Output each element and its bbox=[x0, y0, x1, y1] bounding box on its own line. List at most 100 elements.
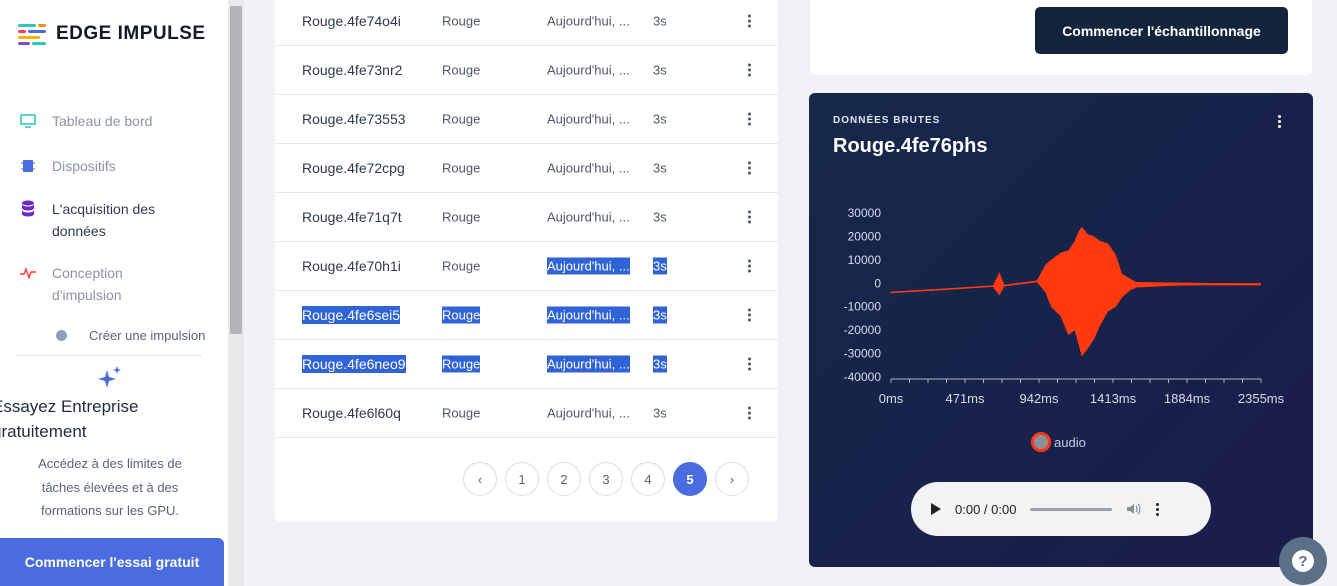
chip-icon bbox=[18, 155, 38, 177]
table-row[interactable]: Rouge.4fe72cpg Rouge Aujourd'hui, ... 3s bbox=[275, 144, 778, 193]
sampling-card: Commencer l'échantillonnage bbox=[810, 0, 1312, 75]
page-button[interactable]: 1 bbox=[505, 462, 539, 496]
sample-added: Aujourd'hui, ... bbox=[547, 257, 630, 275]
sample-added: Aujourd'hui, ... bbox=[547, 111, 630, 127]
y-tick-label: 0 bbox=[874, 276, 881, 290]
row-menu-icon[interactable] bbox=[744, 112, 754, 126]
start-free-trial-button[interactable]: Commencer l'essai gratuit bbox=[0, 538, 224, 586]
x-tick-label: 0ms bbox=[879, 391, 904, 406]
promo-description: Accédez à des limites de tâches élevées … bbox=[38, 456, 182, 518]
x-tick-label: 1413ms bbox=[1090, 391, 1137, 406]
row-menu-icon[interactable] bbox=[744, 161, 754, 175]
play-icon[interactable] bbox=[931, 503, 941, 515]
row-menu-icon[interactable] bbox=[744, 406, 754, 420]
audio-menu-icon[interactable] bbox=[1156, 502, 1160, 516]
y-tick-label: -40000 bbox=[844, 370, 882, 384]
y-tick-label: -10000 bbox=[844, 300, 882, 314]
sidebar: EDGE IMPULSE Tableau de bord Dispositifs… bbox=[0, 0, 228, 586]
sample-name: Rouge.4fe6sei5 bbox=[302, 306, 401, 324]
audio-player: 0:00 / 0:00 bbox=[911, 482, 1211, 536]
sidebar-item-label: Conception d'impulsion bbox=[52, 265, 123, 303]
sample-label: Rouge bbox=[442, 62, 481, 78]
y-tick-label: -30000 bbox=[844, 347, 882, 361]
brand-name: EDGE IMPULSE bbox=[56, 23, 206, 44]
pulse-icon bbox=[18, 262, 38, 284]
scrollbar-thumb[interactable] bbox=[230, 6, 242, 334]
table-row[interactable]: Rouge.4fe71q7t Rouge Aujourd'hui, ... 3s bbox=[275, 193, 778, 242]
sidebar-subitem-create-impulse[interactable]: Créer une impulsion bbox=[56, 328, 205, 343]
table-row[interactable]: Rouge.4fe70h1i Rouge Aujourd'hui, ... 3s bbox=[275, 242, 778, 291]
table-row[interactable]: Rouge.4fe6sei5 Rouge Aujourd'hui, ... 3s bbox=[275, 291, 778, 340]
sample-label: Rouge bbox=[442, 405, 481, 421]
sample-name: Rouge.4fe6neo9 bbox=[302, 355, 406, 373]
page-button-current[interactable]: 5 bbox=[673, 462, 707, 496]
pagination-prev-button[interactable]: ‹ bbox=[463, 462, 497, 496]
logo[interactable]: EDGE IMPULSE bbox=[18, 22, 206, 46]
pagination: ‹ 1 2 3 4 5 › bbox=[463, 462, 749, 496]
sample-label: Rouge bbox=[442, 160, 481, 176]
page-button[interactable]: 4 bbox=[631, 462, 665, 496]
y-tick-label: -20000 bbox=[844, 323, 882, 337]
sample-name: Rouge.4fe71q7t bbox=[302, 209, 402, 225]
raw-data-heading: DONNÉES BRUTES bbox=[833, 115, 941, 126]
chart-legend[interactable]: audio bbox=[1031, 432, 1086, 452]
help-icon: ? bbox=[1292, 550, 1314, 572]
sample-added: Aujourd'hui, ... bbox=[547, 405, 630, 421]
y-tick-label: 20000 bbox=[848, 229, 882, 243]
sample-length: 3s bbox=[653, 160, 667, 176]
pagination-next-button[interactable]: › bbox=[715, 462, 749, 496]
sidebar-item-devices[interactable]: Dispositifs bbox=[18, 155, 116, 177]
row-menu-icon[interactable] bbox=[744, 210, 754, 224]
sample-label: Rouge bbox=[442, 111, 481, 127]
sidebar-item-label: L'acquisition des données bbox=[52, 201, 156, 239]
bullet-icon bbox=[56, 330, 67, 341]
sidebar-item-dashboard[interactable]: Tableau de bord bbox=[18, 110, 152, 132]
audio-seek-slider[interactable] bbox=[1030, 507, 1113, 511]
divider bbox=[16, 355, 202, 356]
x-tick-label: 1884ms bbox=[1164, 391, 1211, 406]
more-options-icon[interactable] bbox=[1278, 115, 1281, 128]
sidebar-scrollbar[interactable] bbox=[228, 0, 244, 586]
help-button[interactable]: ? bbox=[1279, 537, 1327, 585]
sample-added: Aujourd'hui, ... bbox=[547, 209, 630, 225]
start-sampling-button[interactable]: Commencer l'échantillonnage bbox=[1035, 7, 1288, 54]
series-audio-line bbox=[890, 227, 1261, 356]
database-icon bbox=[18, 198, 38, 220]
row-menu-icon[interactable] bbox=[744, 63, 754, 77]
legend-label: audio bbox=[1054, 434, 1086, 450]
page-button[interactable]: 2 bbox=[547, 462, 581, 496]
sparkle-icon bbox=[97, 364, 123, 395]
sidebar-item-data-acquisition[interactable]: L'acquisition des données bbox=[18, 198, 188, 242]
table-row[interactable]: Rouge.4fe6neo9 Rouge Aujourd'hui, ... 3s bbox=[275, 340, 778, 389]
sample-length: 3s bbox=[653, 355, 667, 373]
row-menu-icon[interactable] bbox=[744, 308, 754, 322]
monitor-icon bbox=[18, 110, 38, 132]
sample-added: Aujourd'hui, ... bbox=[547, 13, 630, 29]
edge-impulse-logo-icon bbox=[18, 22, 48, 46]
samples-table: Rouge.4fe74o4i Rouge Aujourd'hui, ... 3s Rou… bbox=[275, 0, 778, 522]
sample-added: Aujourd'hui, ... bbox=[547, 355, 630, 373]
x-tick-label: 2355ms bbox=[1238, 391, 1285, 406]
sample-length: 3s bbox=[653, 209, 667, 225]
table-row[interactable]: Rouge.4fe74o4i Rouge Aujourd'hui, ... 3s bbox=[275, 0, 778, 46]
sample-added: Aujourd'hui, ... bbox=[547, 160, 630, 176]
sample-name: Rouge.4fe72cpg bbox=[302, 160, 405, 176]
sample-length: 3s bbox=[653, 306, 667, 324]
promo-title: Essayez Entreprise gratuitement bbox=[0, 397, 139, 441]
page-button[interactable]: 3 bbox=[589, 462, 623, 496]
legend-swatch-icon bbox=[1031, 432, 1051, 452]
raw-data-sample-name: Rouge.4fe76phs bbox=[833, 135, 988, 157]
table-row[interactable]: Rouge.4fe73nr2 Rouge Aujourd'hui, ... 3s bbox=[275, 46, 778, 95]
volume-icon[interactable] bbox=[1126, 502, 1142, 516]
row-menu-icon[interactable] bbox=[744, 357, 754, 371]
sidebar-item-impulse-design[interactable]: Conception d'impulsion bbox=[18, 262, 188, 306]
x-tick-label: 471ms bbox=[945, 391, 985, 406]
row-menu-icon[interactable] bbox=[744, 14, 754, 28]
row-menu-icon[interactable] bbox=[744, 259, 754, 273]
sample-label: Rouge bbox=[442, 306, 481, 324]
sample-name: Rouge.4fe70h1i bbox=[302, 258, 401, 274]
table-row[interactable]: Rouge.4fe6l60q Rouge Aujourd'hui, ... 3s bbox=[275, 389, 778, 438]
raw-data-panel: DONNÉES BRUTES Rouge.4fe76phs 30000 20000… bbox=[809, 93, 1313, 567]
table-row[interactable]: Rouge.4fe73553 Rouge Aujourd'hui, ... 3s bbox=[275, 95, 778, 144]
sample-length: 3s bbox=[653, 405, 667, 421]
